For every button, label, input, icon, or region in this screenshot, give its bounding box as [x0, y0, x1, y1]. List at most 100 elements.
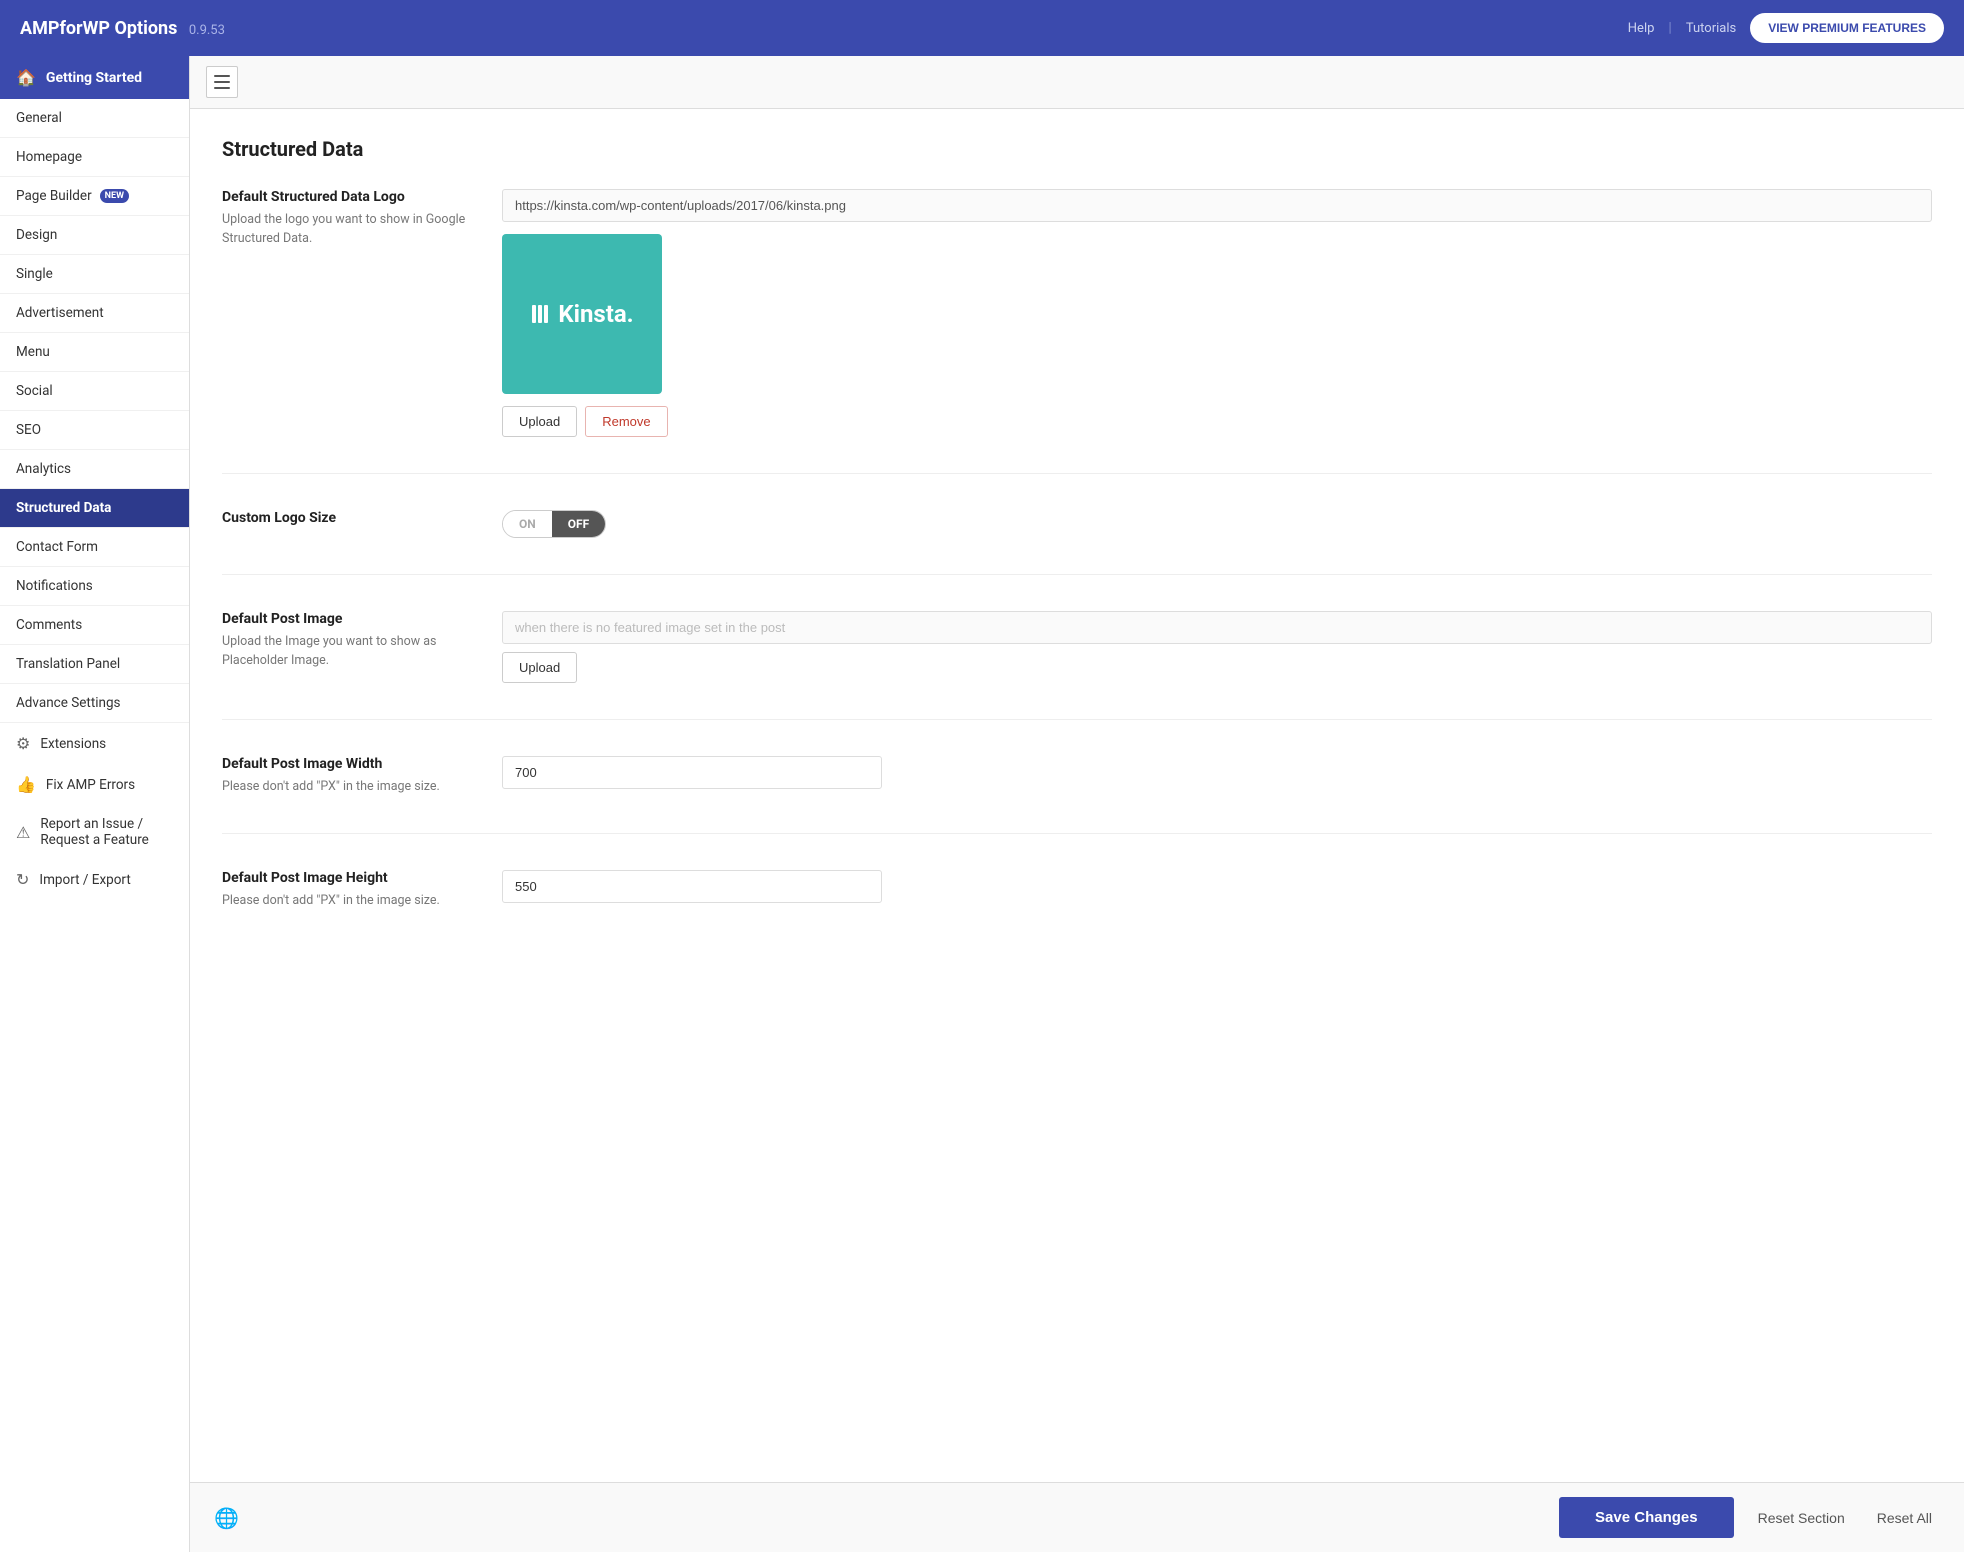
form-row-logo: Default Structured Data Logo Upload the … — [222, 189, 1932, 474]
refresh-icon: ↻ — [16, 870, 29, 889]
footer-bar: 🌐 Save Changes Reset Section Reset All — [190, 1482, 1964, 1552]
sidebar-item-general[interactable]: General — [0, 99, 189, 138]
sidebar-item-page-builder[interactable]: Page Builder NEW — [0, 177, 189, 216]
tutorials-link[interactable]: Tutorials — [1686, 21, 1736, 36]
image-height-description: Please don't add "PX" in the image size. — [222, 892, 478, 911]
getting-started-label: Getting Started — [46, 70, 142, 86]
sidebar-getting-started[interactable]: 🏠 Getting Started — [0, 56, 189, 99]
sidebar-item-seo[interactable]: SEO — [0, 411, 189, 450]
form-row-post-image: Default Post Image Upload the Image you … — [222, 611, 1932, 720]
sidebar-item-general-label: General — [16, 110, 62, 126]
post-image-label-col: Default Post Image Upload the Image you … — [222, 611, 502, 671]
logo-control-col: Kinsta. Upload Remove — [502, 189, 1932, 437]
home-icon: 🏠 — [16, 68, 36, 87]
sidebar-item-menu[interactable]: Menu — [0, 333, 189, 372]
upload-logo-button[interactable]: Upload — [502, 406, 577, 437]
header-divider: | — [1668, 20, 1671, 36]
logo-size-label-col: Custom Logo Size — [222, 510, 502, 532]
reset-section-button[interactable]: Reset Section — [1750, 1498, 1853, 1538]
sidebar-item-page-builder-label: Page Builder — [16, 188, 92, 204]
premium-button[interactable]: VIEW PREMIUM FEATURES — [1750, 13, 1944, 43]
sidebar-item-extensions[interactable]: ⚙ Extensions — [0, 723, 189, 764]
footer-left: 🌐 — [214, 1506, 1543, 1530]
toolbar — [190, 56, 1964, 109]
toggle-off-label: OFF — [552, 511, 605, 537]
sidebar-item-homepage-label: Homepage — [16, 149, 82, 165]
sidebar-item-seo-label: SEO — [16, 422, 41, 438]
form-row-image-width: Default Post Image Width Please don't ad… — [222, 756, 1932, 834]
custom-logo-toggle[interactable]: ON OFF — [502, 510, 606, 538]
warning-icon: ⚠ — [16, 823, 30, 842]
save-changes-button[interactable]: Save Changes — [1559, 1497, 1734, 1538]
upload-post-image-button[interactable]: Upload — [502, 652, 577, 683]
logo-preview: Kinsta. — [502, 234, 662, 394]
sidebar-item-menu-label: Menu — [16, 344, 50, 360]
image-width-label-col: Default Post Image Width Please don't ad… — [222, 756, 502, 797]
app-title: AMPforWP Options — [20, 18, 177, 39]
image-height-input[interactable] — [502, 870, 882, 903]
sidebar-item-import-export[interactable]: ↻ Import / Export — [0, 859, 189, 900]
image-height-field-label: Default Post Image Height — [222, 870, 478, 886]
sidebar-item-advance-settings[interactable]: Advance Settings — [0, 684, 189, 723]
sidebar-item-social[interactable]: Social — [0, 372, 189, 411]
kinsta-logo: Kinsta. — [530, 300, 633, 328]
new-badge: NEW — [100, 189, 129, 203]
post-image-description: Upload the Image you want to show as Pla… — [222, 633, 478, 671]
logo-buttons: Upload Remove — [502, 406, 1932, 437]
sidebar-item-advertisement[interactable]: Advertisement — [0, 294, 189, 333]
logo-label-col: Default Structured Data Logo Upload the … — [222, 189, 502, 249]
logo-field-label: Default Structured Data Logo — [222, 189, 478, 205]
help-link[interactable]: Help — [1628, 21, 1655, 36]
post-image-control-col: Upload — [502, 611, 1932, 683]
sidebar-item-social-label: Social — [16, 383, 53, 399]
form-row-image-height: Default Post Image Height Please don't a… — [222, 870, 1932, 947]
header-right: Help | Tutorials VIEW PREMIUM FEATURES — [1628, 13, 1944, 43]
sidebar-item-advance-settings-label: Advance Settings — [16, 695, 121, 711]
sidebar-item-contact-form-label: Contact Form — [16, 539, 98, 555]
image-height-label-col: Default Post Image Height Please don't a… — [222, 870, 502, 911]
header: AMPforWP Options 0.9.53 Help | Tutorials… — [0, 0, 1964, 56]
globe-icon[interactable]: 🌐 — [214, 1506, 239, 1530]
layout: 🏠 Getting Started General Homepage Page … — [0, 56, 1964, 1552]
form-row-logo-size: Custom Logo Size ON OFF — [222, 510, 1932, 575]
header-title-group: AMPforWP Options 0.9.53 — [20, 18, 225, 39]
sidebar-item-comments[interactable]: Comments — [0, 606, 189, 645]
image-height-control-col — [502, 870, 1932, 903]
sidebar-item-import-export-label: Import / Export — [39, 872, 130, 888]
sidebar-item-extensions-label: Extensions — [40, 736, 106, 752]
remove-logo-button[interactable]: Remove — [585, 406, 667, 437]
image-width-control-col — [502, 756, 1932, 789]
sidebar-item-design[interactable]: Design — [0, 216, 189, 255]
sidebar-item-translation-panel-label: Translation Panel — [16, 656, 120, 672]
toggle-on-label: ON — [503, 511, 552, 537]
toolbar-menu-icon[interactable] — [206, 66, 238, 98]
sidebar-item-design-label: Design — [16, 227, 57, 243]
gear-icon: ⚙ — [16, 734, 30, 753]
sidebar-item-comments-label: Comments — [16, 617, 82, 633]
main-panel: Structured Data Default Structured Data … — [190, 56, 1964, 1552]
sidebar-item-notifications[interactable]: Notifications — [0, 567, 189, 606]
sidebar-item-analytics[interactable]: Analytics — [0, 450, 189, 489]
sidebar-item-homepage[interactable]: Homepage — [0, 138, 189, 177]
reset-all-button[interactable]: Reset All — [1869, 1498, 1940, 1538]
logo-url-input[interactable] — [502, 189, 1932, 222]
sidebar-item-fix-amp[interactable]: 👍 Fix AMP Errors — [0, 764, 189, 805]
sidebar-item-translation-panel[interactable]: Translation Panel — [0, 645, 189, 684]
post-image-field-label: Default Post Image — [222, 611, 478, 627]
post-image-input[interactable] — [502, 611, 1932, 644]
sidebar-item-advertisement-label: Advertisement — [16, 305, 104, 321]
sidebar-item-report-issue[interactable]: ⚠ Report an Issue / Request a Feature — [0, 805, 189, 859]
sidebar-item-structured-data[interactable]: Structured Data — [0, 489, 189, 528]
sidebar: 🏠 Getting Started General Homepage Page … — [0, 56, 190, 1552]
sidebar-item-single[interactable]: Single — [0, 255, 189, 294]
sidebar-item-contact-form[interactable]: Contact Form — [0, 528, 189, 567]
app-version: 0.9.53 — [189, 23, 225, 38]
logo-field-description: Upload the logo you want to show in Goog… — [222, 211, 478, 249]
sidebar-item-report-label: Report an Issue / Request a Feature — [40, 816, 173, 848]
logo-size-control-col: ON OFF — [502, 510, 1932, 538]
page-title: Structured Data — [222, 137, 1932, 161]
image-width-input[interactable] — [502, 756, 882, 789]
sidebar-item-structured-data-label: Structured Data — [16, 500, 111, 516]
image-width-description: Please don't add "PX" in the image size. — [222, 778, 478, 797]
sidebar-item-single-label: Single — [16, 266, 53, 282]
